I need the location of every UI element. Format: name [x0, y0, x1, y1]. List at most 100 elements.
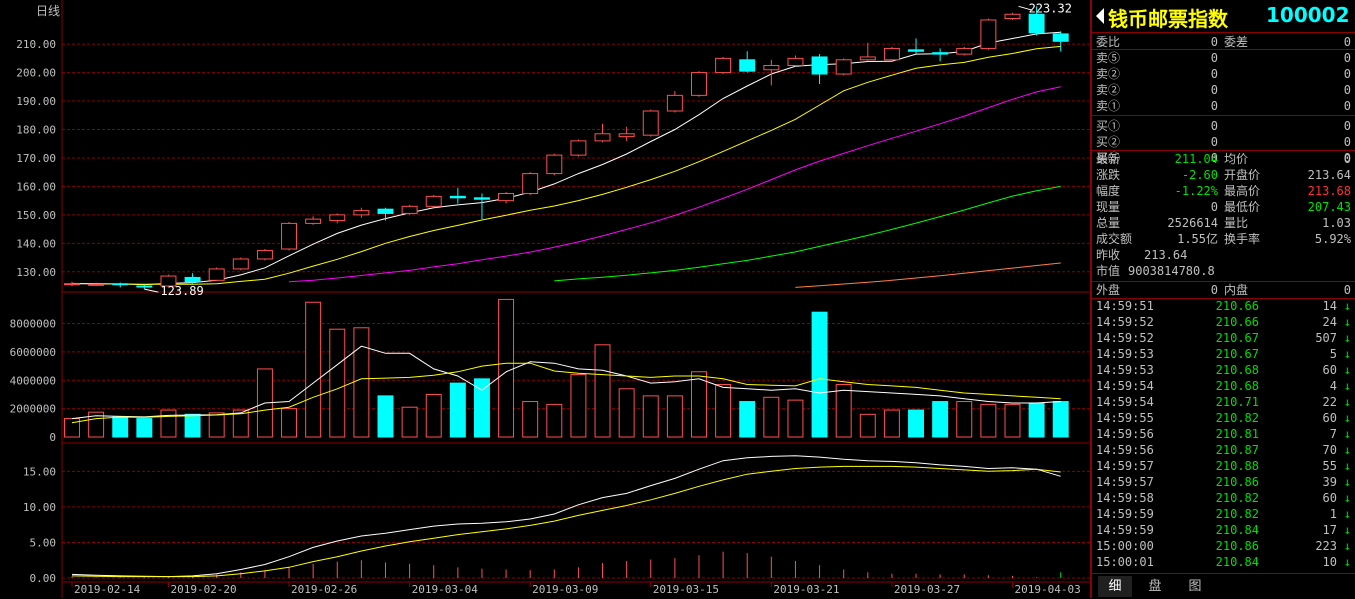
quote-label: 成交额	[1096, 232, 1133, 246]
quote-label-2: 最高价	[1224, 184, 1261, 198]
tick-time: 14:59:54	[1096, 379, 1154, 393]
down-arrow-icon: ↓	[1343, 411, 1351, 425]
candle-body	[932, 52, 949, 55]
candle-body	[256, 249, 273, 260]
tab-detail[interactable]: 细	[1098, 576, 1132, 597]
tick-row[interactable]: 14:59:53 210.68 60 ↓	[1092, 362, 1355, 378]
index-name: 钱币邮票指数	[1108, 7, 1228, 31]
volume-bar	[136, 418, 153, 438]
down-arrow-icon: ↓	[1343, 475, 1351, 489]
tick-row[interactable]: 14:59:56 210.81 7 ↓	[1092, 426, 1355, 442]
volume-bar	[980, 403, 997, 438]
quote-value: 2526614	[1167, 216, 1218, 230]
tick-row[interactable]: 14:59:56 210.87 70 ↓	[1092, 442, 1355, 458]
down-arrow-icon: ↓	[1343, 331, 1351, 345]
tick-row[interactable]: 14:59:59 210.84 17 ↓	[1092, 522, 1355, 538]
quote-value-2: 213.68	[1307, 184, 1351, 198]
quote-value: 0	[1210, 200, 1218, 214]
candle-body	[1028, 13, 1045, 34]
tick-volume: 55	[1322, 459, 1337, 473]
tick-price: 210.82	[1215, 411, 1259, 425]
tick-row[interactable]: 14:59:57 210.88 55 ↓	[1092, 458, 1355, 474]
tick-row[interactable]: 14:59:59 210.82 1 ↓	[1092, 506, 1355, 522]
price-tick-label: 210.00	[16, 38, 56, 51]
indicator-line	[71, 455, 1061, 578]
tick-row[interactable]: 15:00:00 210.86 223 ↓	[1092, 538, 1355, 554]
tick-price: 210.84	[1215, 523, 1259, 537]
order-value-2: 0	[1343, 135, 1351, 149]
candle-body	[184, 276, 201, 283]
kline-chart-area[interactable]: 日线 130.00 140.00 150.00 160.00 170.00 180.00 19…	[0, 0, 1090, 598]
volume-bar	[763, 396, 780, 438]
tick-time: 14:59:58	[1096, 491, 1154, 505]
low-price-label: 123.89	[160, 284, 203, 298]
mcap-row: 市值 9003814780.8	[1092, 263, 1355, 279]
date-tick-label: 2019-02-14	[74, 583, 141, 596]
quote-row: 现量 0 最低价 207.43	[1092, 199, 1355, 215]
tick-time: 14:59:51	[1096, 299, 1154, 313]
candle-body	[1052, 33, 1069, 42]
candle-body	[473, 197, 490, 200]
order-sep-2	[1092, 115, 1355, 116]
volume-bar	[787, 399, 804, 438]
prev-stock-icon[interactable]	[1096, 8, 1104, 24]
tick-row[interactable]: 15:00:01 210.84 10 ↓	[1092, 554, 1355, 570]
quote-label: 幅度	[1096, 184, 1121, 198]
volume-bar	[666, 395, 683, 438]
quote-panel: 钱币邮票指数 100002 委比 0 0 委差 卖⑤ 0 0 卖② 0 0 卖② 0 0 卖① 0 0 买① 0 0…	[1090, 0, 1355, 598]
tick-row[interactable]: 14:59:51 210.66 14 ↓	[1092, 298, 1355, 314]
tick-volume: 17	[1322, 523, 1337, 537]
down-arrow-icon: ↓	[1343, 299, 1351, 313]
indicator-line	[71, 465, 1061, 578]
order-value: 0	[1210, 99, 1218, 113]
tick-row[interactable]: 14:59:55 210.82 60 ↓	[1092, 410, 1355, 426]
candle-body	[980, 19, 997, 49]
tick-row[interactable]: 14:59:57 210.86 39 ↓	[1092, 474, 1355, 490]
order-value: 0	[1210, 83, 1218, 97]
tick-time: 14:59:54	[1096, 395, 1154, 409]
volume-bar	[908, 409, 924, 438]
period-label: 日线	[36, 4, 60, 18]
candle-body	[594, 133, 611, 142]
date-tick-label: 2019-03-04	[412, 583, 479, 596]
down-arrow-icon: ↓	[1343, 491, 1351, 505]
candle-body	[908, 49, 924, 52]
quote-value-2: 5.92%	[1314, 232, 1351, 246]
down-arrow-icon: ↓	[1343, 539, 1351, 553]
volume-bar	[956, 401, 973, 438]
order-row: 买① 0 0	[1092, 118, 1355, 134]
candle-body	[498, 193, 515, 202]
tick-row[interactable]: 14:59:54 210.68 4 ↓	[1092, 378, 1355, 394]
tick-volume: 60	[1322, 491, 1337, 505]
tick-row[interactable]: 14:59:52 210.67 507 ↓	[1092, 330, 1355, 346]
tick-price: 210.82	[1215, 491, 1259, 505]
order-row: 卖② 0 0	[1092, 66, 1355, 82]
candle-body	[546, 154, 563, 175]
tick-volume: 70	[1322, 443, 1337, 457]
tab-chart[interactable]: 图	[1178, 576, 1212, 597]
candle-body	[618, 133, 635, 138]
quote-value-2: 1.03	[1322, 216, 1351, 230]
kline-chart[interactable]: 日线 130.00 140.00 150.00 160.00 170.00 180.00 19…	[0, 0, 1090, 598]
volume-bar	[112, 416, 129, 438]
tick-price: 210.86	[1215, 539, 1259, 553]
volume-bar	[932, 401, 949, 438]
tick-row[interactable]: 14:59:54 210.71 22 ↓	[1092, 394, 1355, 410]
volume-tick-label: 4000000	[10, 374, 56, 387]
price-ma-line	[554, 185, 1061, 282]
tick-price: 210.86	[1215, 475, 1259, 489]
down-arrow-icon: ↓	[1343, 395, 1351, 409]
tab-book[interactable]: 盘	[1138, 576, 1172, 597]
tick-row[interactable]: 14:59:58 210.82 60 ↓	[1092, 490, 1355, 506]
price-tick-label: 150.00	[16, 209, 56, 222]
tick-volume: 24	[1322, 315, 1337, 329]
price-tick-label: 140.00	[16, 237, 56, 250]
tick-row[interactable]: 14:59:53 210.67 5 ↓	[1092, 346, 1355, 362]
volume-bar	[425, 393, 442, 438]
tick-row[interactable]: 14:59:52 210.66 24 ↓	[1092, 314, 1355, 330]
quote-value: 211.04	[1174, 152, 1218, 166]
indicator-tick-label: 5.00	[30, 536, 57, 549]
tick-volume: 22	[1322, 395, 1337, 409]
candle-body	[1004, 13, 1021, 20]
order-row: 卖⑤ 0 0	[1092, 50, 1355, 66]
